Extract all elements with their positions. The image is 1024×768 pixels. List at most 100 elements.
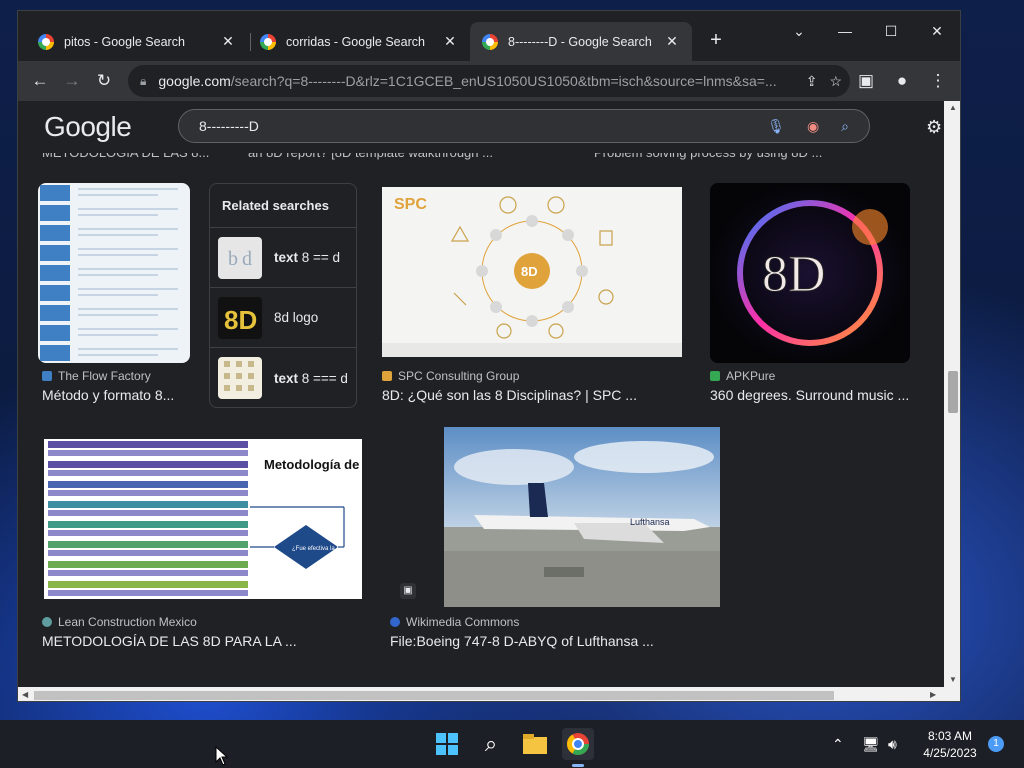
clock[interactable]: 8:03 AM 4/25/2023 [918, 720, 982, 768]
result-image-spc[interactable]: SPC 8D [382, 187, 682, 357]
file-explorer-icon[interactable] [519, 728, 551, 760]
search-query-text: 8---------D [199, 118, 259, 134]
result-title[interactable]: 360 degrees. Surround music ... [710, 387, 909, 403]
related-search-item[interactable]: text 8 === d [210, 348, 356, 408]
forward-icon[interactable]: → [56, 65, 88, 97]
start-windows-icon[interactable] [431, 728, 463, 760]
windows-taskbar: ⌕ ⌃ 🖥︎ 🔊︎ 8:03 AM 4/25/2023 1 [0, 720, 1024, 768]
vertical-scrollbar[interactable]: ▲ ▼ [944, 101, 960, 687]
maximize-button[interactable]: ☐ [868, 17, 914, 45]
result-image-flow-factory[interactable] [38, 183, 190, 363]
google-logo[interactable]: Google [44, 111, 132, 143]
microphone-icon[interactable]: 🎙︎ [767, 110, 785, 142]
related-thumb: bd [218, 236, 262, 279]
apkpure-favicon-icon [710, 371, 720, 381]
result-source[interactable]: SPC Consulting Group [382, 369, 519, 383]
related-label: 8d logo [274, 310, 319, 325]
neon-8d-graphic: 8D [710, 183, 910, 363]
scroll-right-icon[interactable]: ▶ [930, 690, 936, 699]
scroll-thumb[interactable] [948, 371, 958, 413]
search-input[interactable]: 8---------D 🎙︎ ◉ ⌕ [178, 109, 870, 143]
tab-corridas[interactable]: corridas - Google Search ✕ [248, 22, 470, 61]
taskbar-search-icon[interactable]: ⌕ [475, 728, 507, 760]
source-label: SPC Consulting Group [398, 369, 520, 383]
result-title[interactable]: 8D: ¿Qué son las 8 Disciplinas? | SPC ..… [382, 387, 637, 403]
horizontal-scrollbar[interactable]: ◀ ▶ [18, 687, 960, 701]
tab-title: pitos - Google Search [64, 34, 185, 49]
related-searches-heading: Related searches [210, 184, 356, 228]
flow-factory-favicon-icon [42, 371, 52, 381]
lock-icon: 🔒︎ [140, 73, 147, 88]
browser-toolbar: ← → ↻ 🔒︎ google.com /search?q=8--------D… [18, 61, 960, 101]
related-search-item[interactable]: 8D 8d logo [210, 288, 356, 348]
notification-badge[interactable]: 1 [988, 736, 1004, 752]
result-image-lean-construction[interactable]: Metodología de las 8D ¿Fue efectiva la A… [44, 439, 362, 599]
scroll-left-icon[interactable]: ◀ [22, 690, 28, 699]
close-tab-icon[interactable]: ✕ [220, 33, 236, 50]
wikimedia-favicon-icon [390, 617, 400, 627]
address-bar[interactable]: 🔒︎ google.com /search?q=8--------D&rlz=1… [128, 65, 850, 97]
result-source[interactable]: Lean Construction Mexico [42, 615, 197, 629]
8d-flowchart-graphic: Metodología de las 8D ¿Fue efectiva la A… [48, 441, 362, 596]
close-tab-icon[interactable]: ✕ [442, 33, 458, 50]
related-search-item[interactable]: bd text 8 == d [210, 228, 356, 288]
mouse-cursor-icon [215, 746, 229, 766]
reload-icon[interactable]: ↻ [88, 65, 120, 97]
result-title[interactable]: METODOLOGÍA DE LAS 8D PARA LA ... [42, 633, 297, 649]
result-source[interactable]: The Flow Factory [42, 369, 151, 383]
camera-lens-icon[interactable]: ◉ [807, 110, 819, 142]
google-favicon-icon [482, 33, 498, 50]
volume-icon[interactable]: 🔊︎ [888, 720, 897, 768]
scroll-up-icon[interactable]: ▲ [949, 103, 957, 112]
source-label: Wikimedia Commons [406, 615, 520, 629]
profile-icon[interactable]: ● [886, 65, 918, 97]
image-badge-icon: ▣ [400, 583, 416, 599]
result-image-wikimedia[interactable]: Lufthansa [444, 427, 720, 607]
back-icon[interactable]: ← [24, 65, 56, 97]
tab-search-icon[interactable]: ⌄ [776, 17, 822, 45]
side-panel-icon[interactable]: ▣ [850, 65, 882, 97]
result-source[interactable]: APKPure [710, 369, 775, 383]
google-favicon-icon [38, 33, 54, 50]
minimize-button[interactable]: — [822, 17, 868, 45]
result-source[interactable]: Wikimedia Commons [390, 615, 519, 629]
settings-gear-icon[interactable]: ⚙ [926, 117, 942, 138]
svg-text:SPC: SPC [394, 196, 427, 213]
chrome-taskbar-icon[interactable] [562, 728, 594, 767]
result-title[interactable]: File:Boeing 747-8 D-ABYQ of Lufthansa ..… [390, 633, 654, 649]
spc-favicon-icon [382, 371, 392, 381]
show-hidden-icons-chevron-icon[interactable]: ⌃ [832, 720, 844, 768]
tab-pitos[interactable]: pitos - Google Search ✕ [26, 22, 248, 61]
tab-8d-active[interactable]: 8--------D - Google Search ✕ [470, 22, 692, 61]
result-title[interactable]: Método y formato 8... [42, 387, 174, 403]
new-tab-button[interactable]: + [702, 26, 730, 54]
clock-date: 4/25/2023 [923, 746, 977, 760]
svg-text:Metodología de las 8D: Metodología de las 8D [264, 457, 362, 472]
close-window-button[interactable]: ✕ [914, 17, 960, 45]
scroll-thumb[interactable] [34, 691, 834, 700]
url-path: /search?q=8--------D&rlz=1C1GCEB_enUS105… [230, 73, 777, 89]
svg-text:8D: 8D [224, 305, 257, 335]
svg-text:d: d [242, 248, 252, 270]
source-label: The Flow Factory [58, 369, 151, 383]
menu-icon[interactable]: ⋮ [922, 65, 954, 97]
related-thumb: 8D [218, 296, 262, 339]
bookmark-star-icon[interactable]: ☆ [829, 73, 842, 90]
scroll-down-icon[interactable]: ▼ [949, 675, 957, 684]
share-icon[interactable]: ⇪ [806, 73, 818, 90]
tab-title: corridas - Google Search [286, 34, 425, 49]
search-icon[interactable]: ⌕ [841, 110, 849, 142]
svg-text:8D: 8D [521, 264, 538, 279]
method-table-graphic [40, 185, 178, 361]
source-label: Lean Construction Mexico [58, 615, 197, 629]
related-thumb [218, 357, 262, 399]
result-image-apkpure[interactable]: 8D [710, 183, 910, 363]
tab-strip: pitos - Google Search ✕ corridas - Googl… [18, 11, 960, 61]
close-tab-icon[interactable]: ✕ [664, 33, 680, 50]
related-searches-card: Related searches bd text 8 == d 8D 8d lo… [209, 183, 357, 408]
tab-title: 8--------D - Google Search [508, 34, 652, 49]
network-icon[interactable]: 🖥︎ [862, 720, 880, 768]
related-label: text 8 === d [274, 370, 348, 386]
url-host: google.com [158, 73, 231, 89]
chrome-window: pitos - Google Search ✕ corridas - Googl… [17, 10, 961, 702]
